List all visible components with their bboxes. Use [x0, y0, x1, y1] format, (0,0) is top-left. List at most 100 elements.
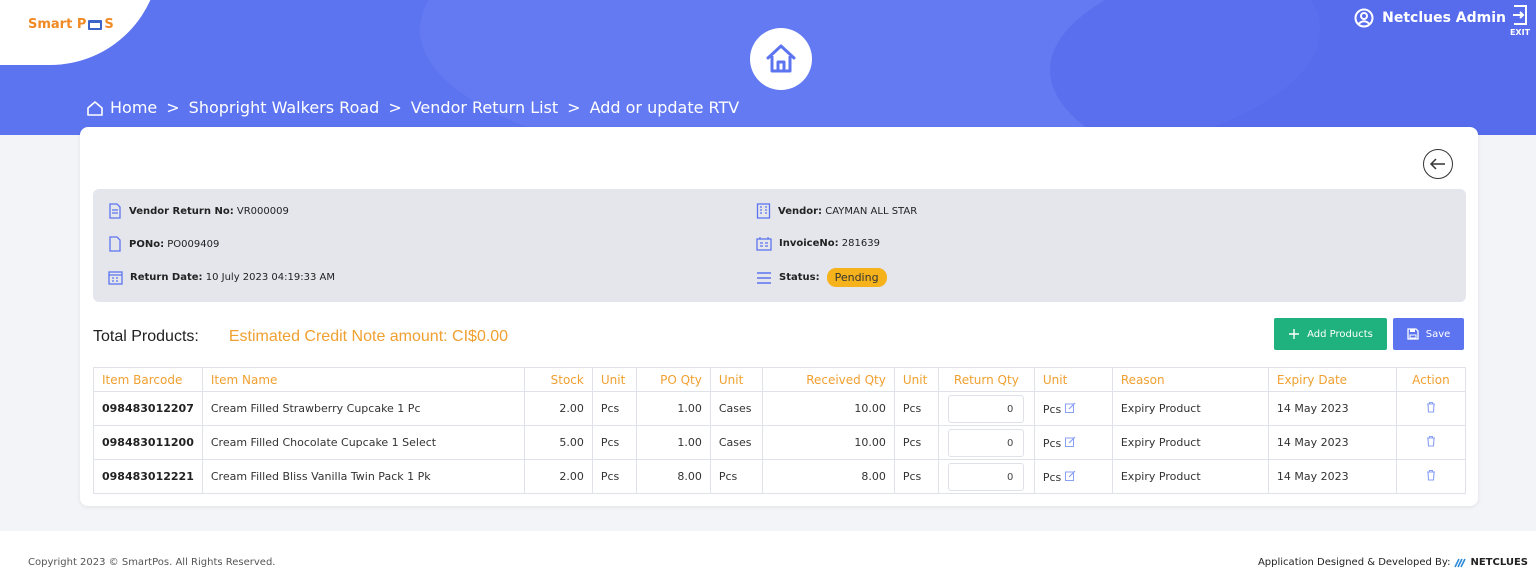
col-return-qty: Return Qty: [937, 367, 1035, 392]
vendor-return-no-value: VR000009: [236, 205, 289, 217]
edit-icon[interactable]: [1064, 402, 1076, 413]
col-received-unit: Unit: [893, 367, 939, 392]
netclues-link[interactable]: NETCLUES: [1470, 557, 1528, 568]
edit-icon[interactable]: [1064, 470, 1076, 481]
cell-stock-unit: Pcs: [591, 391, 637, 426]
cell-item-name: Cream Filled Chocolate Cupcake 1 Select: [201, 425, 525, 460]
col-stock: Stock: [523, 367, 593, 392]
return-unit-value: Pcs: [1042, 436, 1062, 450]
home-icon: [766, 44, 796, 73]
building-icon: [756, 203, 771, 219]
cell-received-qty: 8.00: [761, 459, 895, 494]
cell-return-qty: 0: [937, 425, 1035, 460]
cell-action: [1395, 391, 1467, 426]
table-header-row: Item Barcode Item Name Stock Unit PO Qty…: [93, 367, 1467, 392]
total-products-label: Total Products:: [93, 328, 199, 345]
col-return-unit: Unit: [1033, 367, 1113, 392]
rtv-details-panel: Vendor Return No: VR000009 PONo: PO00940…: [93, 189, 1466, 302]
cell-expiry-date: 14 May 2023: [1267, 425, 1397, 460]
document-icon: [109, 203, 121, 219]
exit-button[interactable]: EXIT: [1508, 4, 1532, 37]
cell-barcode: 098483012207: [93, 391, 203, 426]
logo-text-b: S: [104, 17, 114, 32]
cell-po-unit: Cases: [709, 391, 763, 426]
credit-text: Application Designed & Developed By:: [1257, 557, 1451, 568]
cell-barcode: 098483012221: [93, 459, 203, 494]
save-button[interactable]: Save: [1393, 318, 1464, 350]
col-po-qty: PO Qty: [635, 367, 711, 392]
back-arrow-icon: [1430, 158, 1445, 170]
col-po-unit: Unit: [709, 367, 763, 392]
cell-stock: 2.00: [523, 459, 593, 494]
status: Status: Pending: [756, 268, 887, 287]
return-unit-value: Pcs: [1042, 470, 1062, 484]
developer-credit: Application Designed & Developed By: NET…: [1258, 557, 1528, 568]
cell-barcode: 098483011200: [93, 425, 203, 460]
breadcrumb: Home > Shopright Walkers Road > Vendor R…: [86, 98, 739, 117]
invoice-no: InvoiceNo: 281639: [756, 236, 880, 251]
vendor-value: CAYMAN ALL STAR: [825, 205, 918, 217]
app-logo[interactable]: Smart P S: [28, 17, 114, 32]
cell-received-qty: 10.00: [761, 425, 895, 460]
breadcrumb-separator: >: [166, 98, 180, 117]
col-item-barcode: Item Barcode: [93, 367, 203, 392]
cell-stock-unit: Pcs: [591, 459, 637, 494]
add-products-button[interactable]: Add Products: [1274, 318, 1387, 350]
cell-reason: Expiry Product: [1111, 425, 1269, 460]
copyright-text: Copyright 2023 © SmartPos. All Rights Re…: [28, 557, 276, 568]
cell-received-unit: Pcs: [893, 425, 939, 460]
breadcrumb-separator: >: [567, 98, 581, 117]
return-date-value: 10 July 2023 04:19:33 AM: [205, 272, 335, 283]
cell-expiry-date: 14 May 2023: [1267, 391, 1397, 426]
cell-return-unit: Pcs: [1033, 459, 1113, 494]
breadcrumb-store[interactable]: Shopright Walkers Road: [189, 98, 380, 117]
cell-po-qty: 1.00: [635, 425, 711, 460]
document-icon: [109, 236, 121, 252]
cell-item-name: Cream Filled Bliss Vanilla Twin Pack 1 P…: [201, 459, 525, 494]
cell-po-unit: Cases: [709, 425, 763, 460]
cell-item-name: Cream Filled Strawberry Cupcake 1 Pc: [201, 391, 525, 426]
cell-stock-unit: Pcs: [591, 425, 637, 460]
cell-return-qty: 0: [937, 459, 1035, 494]
cell-po-qty: 1.00: [635, 391, 711, 426]
breadcrumb-separator: >: [388, 98, 402, 117]
cell-reason: Expiry Product: [1111, 391, 1269, 426]
home-button[interactable]: [750, 28, 812, 90]
table-row: 098483011200 Cream Filled Chocolate Cupc…: [93, 425, 1467, 460]
cell-received-unit: Pcs: [893, 391, 939, 426]
vendor-return-no-label: Vendor Return No:: [129, 205, 234, 217]
logo-cart-icon: [88, 19, 103, 30]
return-unit-value: Pcs: [1042, 402, 1062, 416]
trash-icon[interactable]: [1426, 469, 1436, 481]
breadcrumb-home[interactable]: Home: [110, 98, 157, 117]
return-qty-input[interactable]: 0: [948, 394, 1025, 423]
add-products-label: Add Products: [1307, 328, 1373, 340]
exit-icon: [1513, 5, 1527, 25]
po-no-value: PO009409: [167, 238, 220, 250]
col-expiry-date: Expiry Date: [1267, 367, 1397, 392]
back-button[interactable]: [1423, 149, 1453, 179]
breadcrumb-current: Add or update RTV: [589, 98, 740, 117]
edit-icon[interactable]: [1064, 436, 1076, 447]
invoice-no-label: InvoiceNo:: [779, 238, 839, 249]
cell-po-qty: 8.00: [635, 459, 711, 494]
col-action: Action: [1395, 367, 1467, 392]
trash-icon[interactable]: [1426, 435, 1436, 447]
cell-received-qty: 10.00: [761, 391, 895, 426]
return-qty-input[interactable]: 0: [948, 428, 1025, 457]
trash-icon[interactable]: [1426, 401, 1436, 413]
rtv-items-table: Item Barcode Item Name Stock Unit PO Qty…: [93, 367, 1467, 494]
return-date-label: Return Date:: [130, 272, 203, 283]
col-reason: Reason: [1111, 367, 1269, 392]
cell-stock: 5.00: [523, 425, 593, 460]
save-label: Save: [1425, 328, 1451, 340]
user-menu[interactable]: Netclues Admin: [1354, 8, 1506, 28]
col-item-name: Item Name: [201, 367, 525, 392]
user-circle-icon: [1354, 8, 1374, 28]
breadcrumb-vendor-return-list[interactable]: Vendor Return List: [411, 98, 558, 117]
return-qty-input[interactable]: 0: [948, 462, 1025, 491]
home-icon: [87, 100, 103, 116]
status-label: Status:: [779, 272, 820, 283]
calendar-icon: [108, 271, 123, 285]
cell-expiry-date: 14 May 2023: [1267, 459, 1397, 494]
